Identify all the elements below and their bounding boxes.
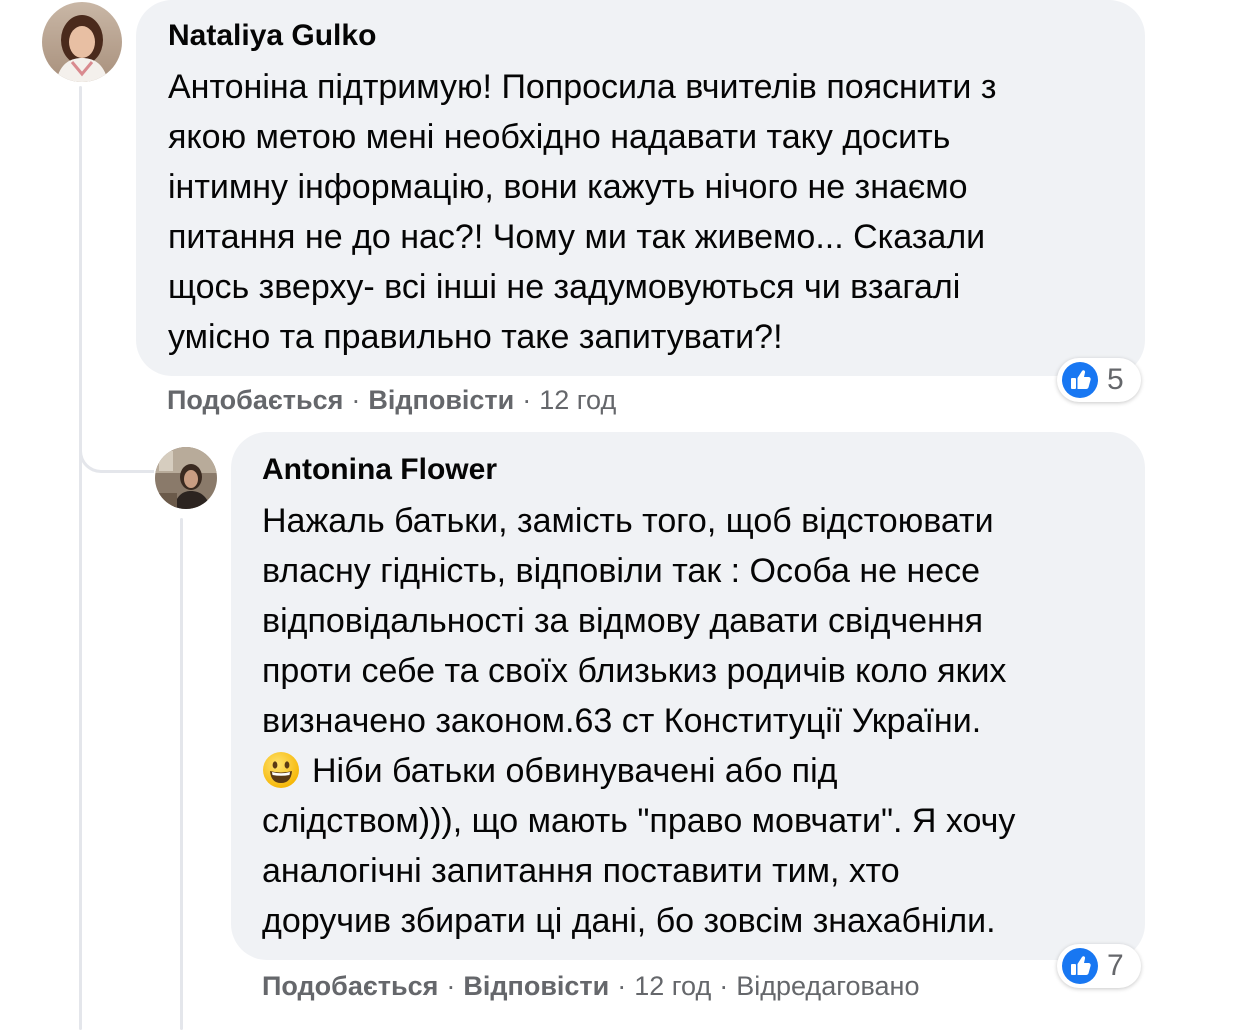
comment-text: Антоніна підтримую! Попросила вчителів п… [168, 62, 1113, 362]
edited-label[interactable]: Відредаговано [736, 971, 919, 1001]
separator-dot: · [351, 385, 361, 415]
comment-line: слідством))), що мають "право мовчати". … [262, 802, 1016, 840]
grinning-face-emoji [263, 752, 299, 788]
reply-button[interactable]: Відповісти [463, 971, 609, 1001]
comment-line: якою метою мені необхідно надавати таку … [168, 118, 951, 156]
thread-line-branch [79, 420, 154, 473]
thread-line-reply [180, 518, 183, 1030]
separator-dot: · [446, 971, 456, 1001]
comment-line: Нажаль батьки, замість того, щоб відстою… [262, 502, 994, 540]
comment-line: Антоніна підтримую! Попросила вчителів п… [168, 68, 997, 106]
reaction-summary[interactable]: 7 [1057, 944, 1141, 988]
comment-line: аналогічні запитання поставити тим, хто [262, 852, 900, 890]
comment-line: власну гідність, відповіли так : Особа н… [262, 552, 981, 590]
reply-button[interactable]: Відповісти [368, 385, 514, 415]
comment-actions: Подобається · Відповісти · 12 год · Відредагов… [262, 969, 919, 1003]
comment-line-with-emoji: Ніби батьки обвинувачені або під [262, 746, 1114, 796]
comment-line: визначено законом.63 ст Конституції Укра… [262, 702, 982, 740]
like-button[interactable]: Подобається [167, 385, 343, 415]
comment-text: Нажаль батьки, замість того, щоб відстою… [262, 496, 1114, 946]
comment-line: умісно та правильно таке запитувати?! [168, 318, 783, 356]
like-icon [1062, 362, 1098, 398]
reply-bubble: Antonina Flower Нажаль батьки, замість т… [231, 432, 1145, 960]
avatar-antonina-flower[interactable] [155, 447, 217, 509]
comment-line: щось зверху- всі інші не задумовуються ч… [168, 268, 961, 306]
comment-author[interactable]: Antonina Flower [262, 452, 1114, 488]
comment-line: питання не до нас?! Чому ми так живемо..… [168, 218, 986, 256]
thread-line-main [79, 86, 82, 1030]
like-button[interactable]: Подобається [262, 971, 438, 1001]
like-icon [1062, 948, 1098, 984]
reaction-summary[interactable]: 5 [1057, 358, 1141, 402]
avatar-nataliya-gulko[interactable] [42, 2, 122, 82]
comment-line: інтимну інформацію, вони кажуть нічого н… [168, 168, 968, 206]
comment-timestamp[interactable]: 12 год [539, 385, 616, 415]
reaction-count: 7 [1107, 949, 1124, 982]
comment-line-text: Ніби батьки обвинувачені або під [312, 752, 838, 790]
comment-actions: Подобається · Відповісти · 12 год [167, 383, 616, 417]
comment-line: відповідальності за відмову давати свідч… [262, 602, 984, 640]
comment-line: проти себе та своїх близькиз родичів кол… [262, 652, 1007, 690]
separator-dot: · [522, 385, 532, 415]
separator-dot: · [617, 971, 627, 1001]
comment-author[interactable]: Nataliya Gulko [168, 18, 1113, 54]
separator-dot: · [719, 971, 729, 1001]
comment-bubble: Nataliya Gulko Антоніна підтримую! Попро… [136, 0, 1145, 376]
comment-line: доручив збирати ці дані, бо зовсім знаха… [262, 902, 996, 940]
reaction-count: 5 [1107, 363, 1124, 396]
comment-timestamp[interactable]: 12 год [634, 971, 711, 1001]
